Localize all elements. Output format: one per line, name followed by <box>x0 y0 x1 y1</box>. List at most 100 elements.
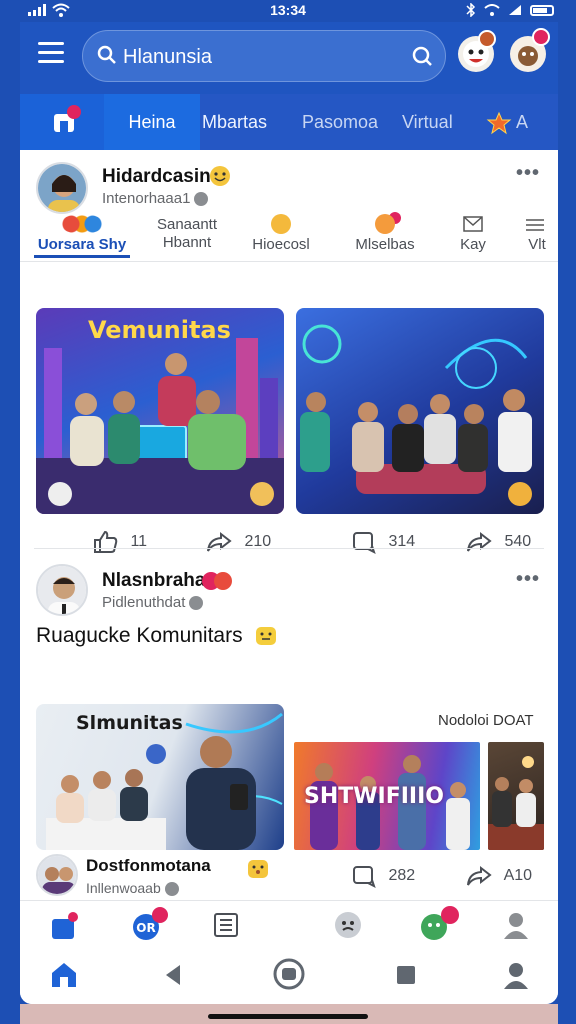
notifications-icon[interactable] <box>418 905 460 941</box>
tab-home[interactable] <box>20 94 104 150</box>
reaction-label-2: Sanaantt Hbannt <box>156 216 218 251</box>
tab-a[interactable]: A <box>486 94 528 150</box>
sub-author-subtitle: Inllenwoaab <box>86 880 179 897</box>
star-icon <box>486 111 512 135</box>
groups-icon[interactable] <box>332 909 364 941</box>
more-options-icon[interactable]: ••• <box>516 162 540 185</box>
search-bar[interactable] <box>82 30 446 82</box>
search-icon <box>97 45 116 64</box>
post-text: Ruagucke Komunitars <box>36 624 278 648</box>
reaction-row: Uorsara Shy Sanaantt Hbannt Hioecosl Mls… <box>20 210 558 262</box>
reaction-tab-2[interactable]: Sanaantt Hbannt <box>144 210 230 252</box>
people-thumbnail <box>488 756 544 850</box>
status-bar: 13:34 <box>0 0 576 22</box>
post1-actions: 11 210 314 540 <box>20 524 558 564</box>
back-nav-icon[interactable] <box>160 961 188 989</box>
tab-virtual[interactable]: Virtual <box>402 94 453 150</box>
menu-icon[interactable] <box>38 42 64 66</box>
author-subtitle: Pidlenuthdat <box>102 594 204 611</box>
author-name[interactable]: Hidardcasin <box>102 166 211 188</box>
post-image-2[interactable] <box>296 308 544 514</box>
game-night-illustration <box>300 324 532 506</box>
comment-icon <box>353 532 376 554</box>
author-subtitle-text: Pidlenuthdat <box>102 594 186 611</box>
reaction-tab-1[interactable]: Uorsara Shy <box>34 210 130 258</box>
news-feed-icon[interactable] <box>212 911 240 939</box>
sub-author-subtitle-text: Inllenwoaab <box>86 880 161 896</box>
smile-emoji-icon <box>210 166 230 186</box>
profile-icon[interactable] <box>500 909 532 941</box>
share-arrow-icon <box>207 531 232 552</box>
sub-author-name[interactable]: Dostfonmotana <box>86 856 211 876</box>
globe-icon <box>164 882 179 897</box>
comment-count: 282 <box>388 867 416 885</box>
heart-emoji-icon <box>202 572 232 590</box>
post-image-4[interactable]: SHTWIFIIIO <box>294 742 480 850</box>
search-input[interactable] <box>123 41 393 73</box>
post-image-1[interactable]: Vemunitas <box>36 308 284 514</box>
tab-a-label: A <box>516 112 529 132</box>
grin-emoji-icon <box>256 627 277 646</box>
home-icon <box>54 105 81 132</box>
author-avatar[interactable] <box>36 564 88 616</box>
globe-icon <box>194 192 209 207</box>
profile-avatar-1[interactable] <box>458 30 496 72</box>
bluetooth-icon <box>466 3 476 17</box>
app-bar <box>20 22 558 94</box>
tab-pasomoa[interactable]: Pasomoa <box>302 94 378 150</box>
post-card-1: Hidardcasin Intenorhaaa1 ••• Uorsara Shy… <box>20 150 558 560</box>
author-avatar[interactable] <box>36 162 88 214</box>
reaction-tab-5[interactable]: Kay <box>440 210 506 253</box>
app-frame: Heina Mbartas Pasomoa Virtual A Hidardca… <box>20 22 558 1004</box>
forward-count: A10 <box>503 867 533 885</box>
group-photo-icon <box>38 856 76 894</box>
share-button[interactable]: 210 <box>206 530 271 554</box>
forward-button[interactable]: A10 <box>466 864 532 888</box>
author-name[interactable]: Nlasnbraha <box>102 570 205 592</box>
person-photo-icon <box>38 566 86 614</box>
battery-icon <box>530 4 554 16</box>
home-indicator[interactable] <box>208 1014 368 1019</box>
post-image-3[interactable]: Slmunitas <box>36 704 284 850</box>
account-nav-icon[interactable] <box>500 959 532 991</box>
thumbs-up-icon <box>94 530 118 553</box>
comment-button[interactable]: 282 <box>352 864 415 888</box>
forward-arrow-icon <box>467 865 492 886</box>
post-text-content: Ruagucke Komunitars <box>36 624 243 647</box>
home-circle-nav-icon[interactable] <box>272 957 306 991</box>
forward-button[interactable]: 540 <box>466 530 531 554</box>
author-subtitle-text: Intenorhaaa1 <box>102 190 191 207</box>
reaction-label-3: Hioecosl <box>252 236 310 253</box>
dog-emoji-icon <box>248 860 268 878</box>
svg-text:OR: OR <box>136 921 155 935</box>
author-subtitle: Intenorhaaa1 <box>102 190 209 207</box>
reaction-label-6: Vlt <box>528 236 546 253</box>
more-options-icon[interactable]: ••• <box>516 568 540 591</box>
reaction-tab-3[interactable]: Hioecosl <box>238 210 324 253</box>
image-caption: Nodoloi DOAT <box>438 712 534 729</box>
comment-button[interactable]: 314 <box>352 530 415 554</box>
voice-search-icon[interactable] <box>411 45 433 67</box>
reaction-tab-4[interactable]: Mlselbas <box>338 210 432 253</box>
globe-icon <box>189 596 204 611</box>
reaction-label-4: Mlselbas <box>355 236 415 253</box>
post-divider <box>34 548 544 549</box>
tab-bar: Heina Mbartas Pasomoa Virtual A <box>20 94 558 150</box>
forward-arrow-icon <box>467 531 492 552</box>
sub-author-avatar[interactable] <box>36 854 78 896</box>
post-image-5[interactable] <box>488 742 544 850</box>
tab-heina[interactable]: Heina <box>104 94 200 150</box>
wifi-small-icon <box>484 4 500 16</box>
home-feed-icon[interactable] <box>48 909 80 941</box>
notification-badge <box>532 28 550 46</box>
friends-icon[interactable]: OR <box>130 905 170 941</box>
home-nav-icon[interactable] <box>48 959 80 991</box>
recent-apps-nav-icon[interactable] <box>392 961 420 989</box>
reaction-tab-6[interactable]: Vlt <box>516 210 558 253</box>
image-title-1: Vemunitas <box>88 316 231 344</box>
comment-icon <box>353 866 376 888</box>
like-button[interactable]: 11 <box>92 530 147 554</box>
reaction-label-5: Kay <box>460 236 486 253</box>
profile-avatar-2[interactable] <box>510 28 550 72</box>
tab-mbartas[interactable]: Mbartas <box>202 94 267 150</box>
